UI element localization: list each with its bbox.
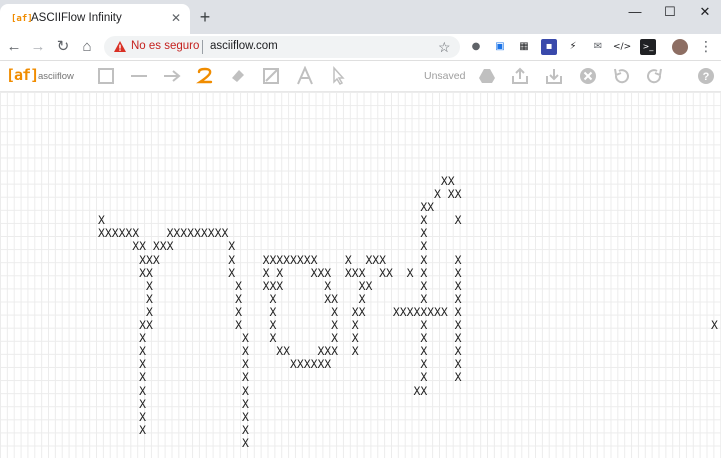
- extension-calendar-icon[interactable]: ▦: [516, 39, 532, 55]
- reload-button[interactable]: ↻: [54, 38, 72, 56]
- svg-text:?: ?: [703, 71, 710, 83]
- freeform-tool-icon[interactable]: [195, 66, 215, 86]
- bookmark-star-icon[interactable]: ☆: [438, 38, 451, 56]
- app-toolbar: [af] asciiflow Unsaved ?: [0, 61, 721, 92]
- extension-blue-icon[interactable]: ▪: [541, 39, 557, 55]
- help-icon[interactable]: ?: [696, 66, 716, 86]
- extension-mail-icon[interactable]: ✉: [590, 39, 606, 55]
- home-button[interactable]: ⌂: [78, 38, 96, 56]
- drawing-canvas[interactable]: XX X XX XX X X X XXXXXX XXXXXXXXX X XX X…: [0, 92, 721, 458]
- extension-user-icon[interactable]: ▣: [492, 39, 508, 55]
- close-window-button[interactable]: ✕: [690, 2, 720, 22]
- tab-close-icon[interactable]: ✕: [168, 10, 184, 26]
- profile-avatar[interactable]: [672, 39, 688, 55]
- import-icon[interactable]: [544, 66, 564, 86]
- forward-button[interactable]: →: [29, 38, 47, 56]
- arrow-tool-icon[interactable]: [162, 66, 182, 86]
- save-status: Unsaved: [424, 70, 466, 82]
- select-tool-icon[interactable]: [328, 66, 348, 86]
- clear-icon[interactable]: [578, 66, 598, 86]
- browser-window: [af] ASCIIFlow Infinity ✕ + — ☐ ✕ ← → ↻ …: [0, 0, 721, 458]
- extension-circle-icon[interactable]: ●: [468, 39, 484, 55]
- stray-character: X: [711, 318, 718, 332]
- drive-icon[interactable]: [477, 66, 497, 86]
- box-tool-icon[interactable]: [96, 66, 116, 86]
- minimize-button[interactable]: —: [620, 2, 650, 22]
- app-name: asciiflow: [38, 71, 74, 82]
- address-bar[interactable]: No es seguro asciiflow.com ☆: [104, 36, 460, 58]
- erase-tool-icon[interactable]: [228, 66, 248, 86]
- maximize-button[interactable]: ☐: [655, 2, 685, 22]
- extension-code-icon[interactable]: </>: [613, 39, 631, 55]
- tab-strip: [af] ASCIIFlow Infinity ✕ + — ☐ ✕: [0, 0, 721, 34]
- extension-bolt-icon[interactable]: ⚡: [565, 39, 581, 55]
- tab-favicon-icon: [af]: [11, 14, 33, 24]
- warning-icon: [114, 41, 126, 52]
- text-tool-icon[interactable]: [295, 66, 315, 86]
- tab-title: ASCIIFlow Infinity: [31, 12, 122, 24]
- url-text[interactable]: asciiflow.com: [210, 40, 278, 52]
- undo-icon[interactable]: [611, 66, 631, 86]
- extension-terminal-icon[interactable]: >_: [640, 39, 656, 55]
- browser-menu-icon[interactable]: ⋮: [698, 39, 714, 55]
- asciiflow-logo: [af]: [6, 66, 39, 84]
- ascii-drawing: XX X XX XX X X X XXXXXX XXXXXXXXX X XX X…: [98, 174, 462, 450]
- security-status: No es seguro: [131, 40, 200, 52]
- line-tool-icon[interactable]: [129, 66, 149, 86]
- omnibox-divider: [202, 40, 203, 54]
- browser-toolbar: ← → ↻ ⌂ No es seguro asciiflow.com ☆ ● ▣…: [0, 34, 721, 61]
- back-button[interactable]: ←: [5, 38, 23, 56]
- tab-asciiflow[interactable]: [af] ASCIIFlow Infinity ✕: [0, 4, 190, 34]
- redo-icon[interactable]: [645, 66, 665, 86]
- new-tab-button[interactable]: +: [196, 8, 214, 26]
- resize-tool-icon[interactable]: [261, 66, 281, 86]
- export-icon[interactable]: [510, 66, 530, 86]
